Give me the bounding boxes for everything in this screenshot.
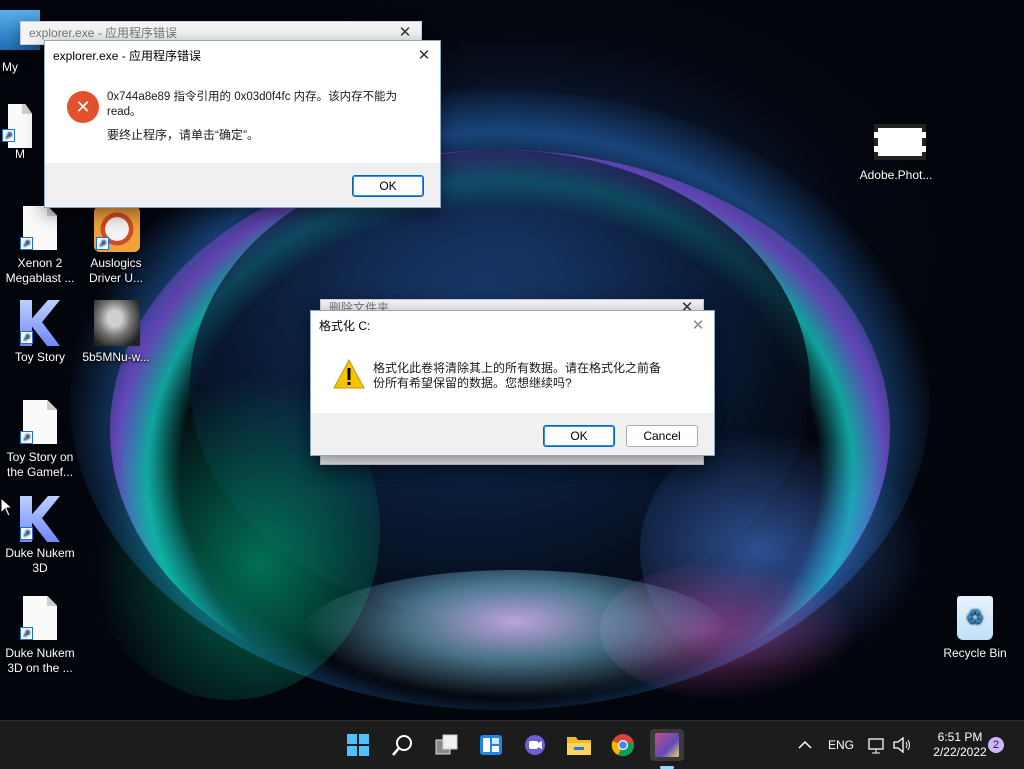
ok-button[interactable]: OK	[543, 425, 615, 447]
error-message-line: read。	[107, 106, 142, 118]
error-icon: ✕	[67, 91, 99, 123]
language-indicator[interactable]: ENG	[828, 721, 854, 769]
shortcut-arrow-icon: ↗	[2, 129, 15, 142]
error-message: 0x744a8e89 指令引用的 0x03d0f4fc 内存。该内存不能为 re…	[107, 90, 427, 143]
folder-icon	[567, 737, 591, 755]
chevron-up-icon	[798, 740, 812, 749]
ok-button[interactable]: OK	[352, 175, 424, 197]
shortcut-arrow-icon: ↗	[20, 431, 33, 444]
chat-button[interactable]	[518, 729, 552, 761]
error-instruction: 要终止程序，请单击“确定”。	[107, 128, 259, 142]
format-warning-message: 格式化此卷将清除其上的所有数据。请在格式化之前备 份所有希望保留的数据。您想继续…	[373, 361, 703, 391]
format-drive-dialog[interactable]: 格式化 C: ✕ 格式化此卷将清除其上的所有数据。请在格式化之前备 份所有希望保…	[310, 310, 715, 456]
format-message-line: 格式化此卷将清除其上的所有数据。请在格式化之前备	[373, 361, 662, 375]
desktop-icon-duke-nukem[interactable]: ↗ Duke Nukem 3D	[0, 496, 80, 576]
desktop-icon-xenon-top[interactable]: ↗ X M	[0, 104, 40, 162]
task-view-icon	[435, 734, 458, 755]
desktop-icon-auslogics[interactable]: ↗ Auslogics Driver U...	[76, 206, 156, 286]
desktop-icon-recycle-bin[interactable]: ♻ Recycle Bin	[935, 596, 1015, 661]
shortcut-arrow-icon: ↗	[20, 237, 33, 250]
clock[interactable]: 6:51 PM 2/22/2022	[922, 721, 998, 769]
cancel-button[interactable]: Cancel	[626, 425, 698, 447]
dialog-title: explorer.exe - 应用程序错误	[29, 26, 178, 40]
image-thumbnail-icon	[94, 300, 140, 346]
warning-icon	[333, 359, 365, 389]
notification-badge[interactable]: 2	[988, 737, 1004, 753]
windows-logo-icon	[347, 734, 369, 756]
desktop-icon-xenon-2[interactable]: ↗ Xenon 2 Megablast ...	[0, 206, 80, 286]
start-button[interactable]	[341, 729, 375, 761]
error-message-line: 0x744a8e89 指令引用的 0x03d0f4fc 内存。该内存不能为	[107, 91, 398, 103]
close-icon[interactable]: ✕	[416, 41, 432, 71]
wallpaper-bottom-glow	[300, 570, 730, 700]
video-file-icon	[874, 124, 926, 160]
dialog-footer: OK	[45, 163, 440, 207]
shortcut-arrow-icon: ↗	[20, 331, 33, 344]
widgets-icon	[480, 735, 502, 755]
desktop-icon-toy-story[interactable]: ↗ Toy Story	[0, 300, 80, 365]
format-message-line: 份所有希望保留的数据。您想继续吗?	[373, 376, 572, 390]
shortcut-arrow-icon: ↗	[96, 237, 109, 250]
teams-chat-icon	[525, 735, 545, 755]
chrome-button[interactable]	[606, 729, 640, 761]
show-hidden-icons-button[interactable]	[798, 721, 812, 769]
explorer-error-dialog[interactable]: explorer.exe - 应用程序错误 ✕ ✕ 0x744a8e89 指令引…	[44, 40, 441, 208]
taskbar: ENG 6:51 PM 2/22/2022 2	[0, 720, 1024, 769]
network-icon[interactable]	[868, 721, 888, 769]
desktop-icon-5b5mnu[interactable]: 5b5MNu-w...	[76, 300, 156, 365]
app-avatar-icon	[655, 733, 679, 757]
clock-date: 2/22/2022	[933, 745, 987, 759]
recycle-bin-icon: ♻	[957, 596, 993, 640]
dialog-footer: OK Cancel	[311, 413, 714, 455]
desktop-icon-duke-nukem-on[interactable]: ↗ Duke Nukem 3D on the ...	[0, 596, 80, 676]
shortcut-arrow-icon: ↗	[20, 627, 33, 640]
desktop-icon-adobe-photoshop[interactable]: Adobe.Phot...	[856, 114, 936, 183]
mouse-cursor-icon	[0, 497, 12, 517]
close-icon[interactable]: ✕	[690, 311, 706, 341]
file-explorer-button[interactable]	[562, 729, 596, 761]
dialog-title: 格式化 C:	[319, 319, 371, 333]
running-app-button[interactable]	[650, 729, 684, 761]
clock-time: 6:51 PM	[937, 730, 983, 744]
search-button[interactable]	[386, 729, 420, 761]
chrome-icon	[611, 734, 634, 757]
volume-icon[interactable]	[892, 721, 912, 769]
desktop-icon-toy-story-gamefaqs[interactable]: ↗ Toy Story on the Gamef...	[0, 400, 80, 480]
dialog-title: explorer.exe - 应用程序错误	[53, 49, 202, 63]
task-view-button[interactable]	[430, 729, 464, 761]
search-icon	[392, 735, 412, 756]
shortcut-arrow-icon: ↗	[20, 527, 33, 540]
widgets-button[interactable]	[474, 729, 508, 761]
